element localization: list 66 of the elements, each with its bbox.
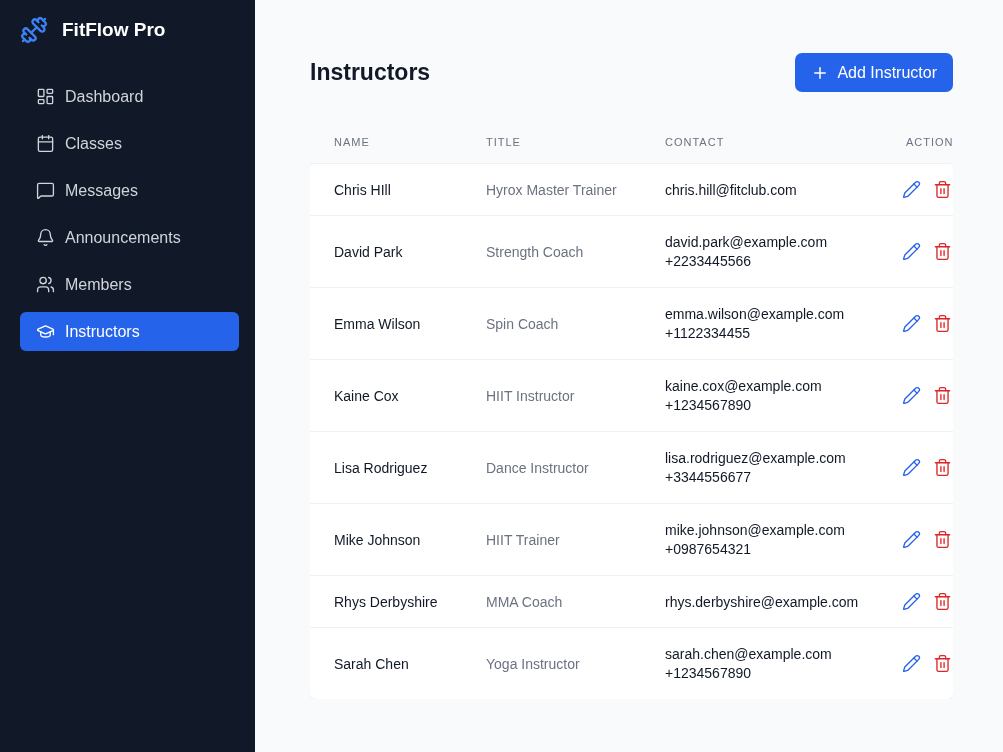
email-text: lisa.rodriguez@example.com (665, 450, 847, 466)
delete-button[interactable] (933, 242, 952, 261)
column-header: CONTACT (664, 135, 726, 148)
column-header: TITLE (485, 135, 522, 148)
name-cell-text: Lisa Rodriguez (333, 459, 429, 476)
name-cell-text: Mike Johnson (333, 531, 422, 548)
dumbbell-icon (20, 16, 48, 44)
bell-icon (36, 228, 55, 247)
edit-button[interactable] (902, 530, 921, 549)
delete-button[interactable] (933, 386, 952, 405)
title-cell-text: Yoga Instructor (485, 655, 581, 672)
delete-button[interactable] (933, 592, 952, 611)
email-text: rhys.derbyshire@example.com (665, 593, 860, 610)
edit-button[interactable] (902, 242, 921, 261)
email-text: sarah.chen@example.com (665, 646, 833, 662)
phone-text: +0987654321 (665, 541, 753, 557)
title-cell-text: Spin Coach (485, 315, 560, 332)
edit-button[interactable] (902, 386, 921, 405)
phone-text: +3344556677 (665, 469, 753, 485)
title-cell-text: HIIT Trainer (485, 531, 561, 548)
dashboard-icon (36, 87, 55, 106)
cap-icon (36, 322, 55, 341)
nav-item[interactable]: Dashboard (20, 77, 239, 116)
title-cell-text: Strength Coach (485, 243, 585, 260)
name-cell-text: Sarah Chen (333, 655, 410, 672)
name-cell-text: Chris HIll (333, 181, 392, 198)
phone-text: +1234567890 (665, 397, 753, 413)
title-cell-text: Hyrox Master Trainer (485, 181, 618, 198)
calendar-icon (36, 134, 55, 153)
brand-name: FitFlow Pro (62, 19, 166, 41)
edit-button[interactable] (902, 654, 921, 673)
nav-item[interactable]: Members (20, 265, 239, 304)
phone-text: +1122334455 (665, 325, 751, 341)
email-text: kaine.cox@example.com (665, 378, 823, 394)
edit-button[interactable] (902, 180, 921, 199)
title-cell-text: MMA Coach (485, 593, 564, 610)
email-text: chris.hill@fitclub.com (665, 181, 798, 198)
nav-item[interactable]: Announcements (20, 218, 239, 257)
edit-button[interactable] (902, 458, 921, 477)
name-cell-text: Kaine Cox (333, 387, 400, 404)
phone-text: +2233445566 (665, 253, 753, 269)
page-title: Instructors (310, 59, 431, 86)
title-cell-text: HIIT Instructor (485, 387, 576, 404)
edit-button[interactable] (902, 592, 921, 611)
edit-button[interactable] (902, 314, 921, 333)
delete-button[interactable] (933, 180, 952, 199)
nav-item[interactable]: Classes (20, 124, 239, 163)
delete-button[interactable] (933, 530, 952, 549)
email-text: david.park@example.com (665, 234, 829, 250)
name-cell-text: David Park (333, 243, 404, 260)
name-cell-text: Rhys Derbyshire (333, 593, 439, 610)
column-header: NAME (333, 135, 371, 148)
delete-button[interactable] (933, 458, 952, 477)
phone-text: +1234567890 (665, 665, 753, 681)
email-text: mike.johnson@example.com (665, 522, 846, 538)
nav-item[interactable]: Messages (20, 171, 239, 210)
email-text: emma.wilson@example.com (665, 306, 846, 322)
add-instructor-button[interactable]: Add Instructor (795, 53, 953, 92)
messages-icon (36, 181, 55, 200)
delete-button[interactable] (933, 314, 952, 333)
users-icon (36, 275, 55, 294)
nav-item[interactable]: Instructors (20, 312, 239, 351)
delete-button[interactable] (933, 654, 952, 673)
title-cell-text: Dance Instructor (485, 459, 590, 476)
name-cell-text: Emma Wilson (333, 315, 422, 332)
column-header: ACTION (905, 135, 953, 148)
